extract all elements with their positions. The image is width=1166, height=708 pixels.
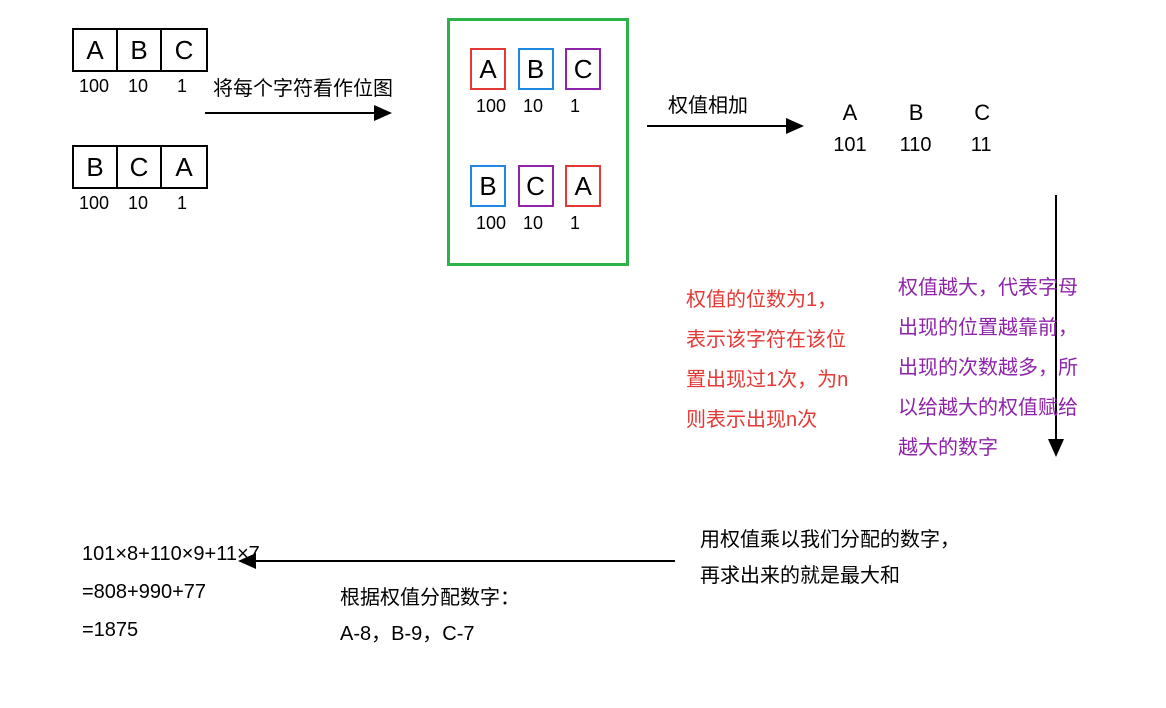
cell-A-red: A — [470, 48, 506, 90]
val: 10 — [116, 193, 160, 214]
input-box-2: B C A 100 10 1 — [72, 145, 208, 214]
bitmap-row-2: B C A 100 10 1 — [470, 165, 607, 234]
letter: A — [820, 100, 880, 126]
line: 权值的位数为1， — [686, 280, 876, 320]
line: A-8，B-9，C-7 — [340, 616, 520, 652]
weight: 11 — [951, 134, 1011, 157]
weight-row: 101 110 11 — [820, 134, 1012, 157]
cell: A — [162, 147, 206, 187]
line: =808+990+77 — [82, 573, 260, 611]
line: 根据权值分配数字： — [340, 580, 520, 616]
cell: A — [74, 30, 118, 70]
triple-box: A B C — [72, 28, 208, 72]
step4-description: 用权值乘以我们分配的数字， 再求出来的就是最大和 — [700, 522, 960, 594]
val: 100 — [470, 96, 512, 117]
line: 以给越大的权值赋给 — [898, 388, 1108, 428]
line: 出现的位置越靠前， — [898, 308, 1108, 348]
line: 表示该字符在该位 — [686, 320, 876, 360]
cell: B — [118, 30, 162, 70]
val: 10 — [116, 76, 160, 97]
val: 1 — [554, 213, 596, 234]
line: 101×8+110×9+11×7 — [82, 535, 260, 573]
cell: C — [162, 30, 206, 70]
assignment-text: 根据权值分配数字： A-8，B-9，C-7 — [340, 580, 520, 652]
val: 100 — [470, 213, 512, 234]
val: 1 — [160, 193, 204, 214]
label-sum-weights: 权值相加 — [668, 89, 748, 118]
line: 再求出来的就是最大和 — [700, 558, 960, 594]
cell: B — [74, 147, 118, 187]
position-values: 100 10 1 — [72, 193, 208, 214]
line: 权值越大，代表字母 — [898, 268, 1108, 308]
arrow-right-2 — [647, 125, 802, 127]
val: 10 — [512, 96, 554, 117]
cell: C — [118, 147, 162, 187]
val: 1 — [160, 76, 204, 97]
weight: 101 — [820, 134, 880, 157]
position-values: 100 10 1 — [470, 96, 607, 117]
label-treat-as-bitmap: 将每个字符看作位图 — [213, 72, 393, 101]
cell-C-purple: C — [565, 48, 601, 90]
line: 置出现过1次，为n — [686, 360, 876, 400]
line: =1875 — [82, 611, 260, 649]
position-values: 100 10 1 — [72, 76, 208, 97]
note-red: 权值的位数为1， 表示该字符在该位 置出现过1次，为n 则表示出现n次 — [686, 280, 876, 440]
calculation: 101×8+110×9+11×7 =808+990+77 =1875 — [82, 535, 260, 649]
val: 100 — [72, 193, 116, 214]
line: 出现的次数越多，所 — [898, 348, 1108, 388]
line: 则表示出现n次 — [686, 400, 876, 440]
arrow-left — [240, 560, 675, 562]
position-values: 100 10 1 — [470, 213, 607, 234]
val: 10 — [512, 213, 554, 234]
bitmap-row-1: A B C 100 10 1 — [470, 48, 607, 117]
val: 100 — [72, 76, 116, 97]
colored-cells: A B C — [470, 48, 607, 90]
note-purple: 权值越大，代表字母 出现的位置越靠前， 出现的次数越多，所 以给越大的权值赋给 … — [898, 268, 1108, 468]
letter-row: A B C — [820, 100, 1012, 126]
weight: 110 — [886, 134, 946, 157]
cell-A-red: A — [565, 165, 601, 207]
cell-B-blue: B — [518, 48, 554, 90]
cell-B-blue: B — [470, 165, 506, 207]
colored-cells: B C A — [470, 165, 607, 207]
cell-C-purple: C — [518, 165, 554, 207]
weight-results: A B C 101 110 11 — [820, 100, 1012, 157]
letter: C — [952, 100, 1012, 126]
line: 越大的数字 — [898, 428, 1108, 468]
triple-box: B C A — [72, 145, 208, 189]
line: 用权值乘以我们分配的数字， — [700, 522, 960, 558]
input-box-1: A B C 100 10 1 — [72, 28, 208, 97]
arrow-right-1 — [205, 112, 390, 114]
val: 1 — [554, 96, 596, 117]
letter: B — [886, 100, 946, 126]
